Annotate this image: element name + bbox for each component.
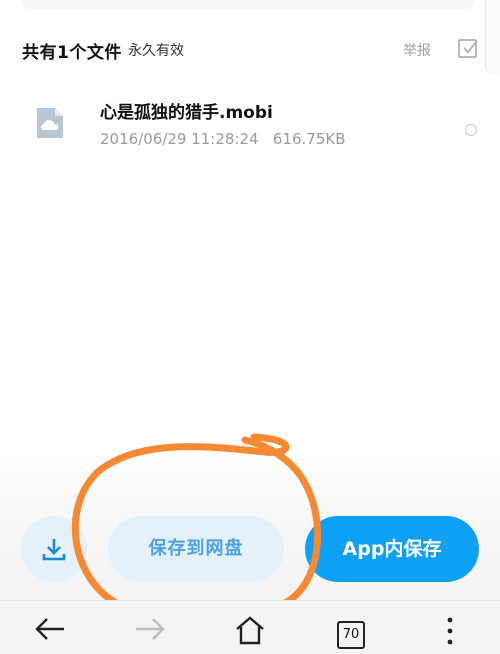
checkbox-icon xyxy=(458,39,478,58)
select-all-checkbox[interactable] xyxy=(457,37,479,59)
home-button[interactable] xyxy=(220,601,280,654)
file-select-radio[interactable] xyxy=(465,124,477,136)
validity-label: 永久有效 xyxy=(128,43,184,59)
tab-count: 70 xyxy=(337,621,365,649)
file-name[interactable]: 心是孤独的猎手.mobi xyxy=(100,98,273,123)
tabs-button[interactable]: 70 xyxy=(320,601,380,654)
download-button[interactable] xyxy=(21,516,87,582)
arrow-right-icon xyxy=(136,618,165,640)
download-icon xyxy=(42,539,66,561)
arrow-left-icon xyxy=(35,618,64,640)
save-to-disk-button[interactable]: 保存到网盘 xyxy=(108,516,284,582)
cloud-file-icon xyxy=(33,106,67,140)
forward-button[interactable] xyxy=(120,601,180,654)
app-save-button[interactable]: App内保存 xyxy=(305,516,479,582)
more-vertical-icon xyxy=(447,617,453,645)
previous-card-edge xyxy=(22,0,474,8)
file-list-item[interactable]: 心是孤独的猎手.mobi 2016/06/29 11:28:24 616.75K… xyxy=(0,92,500,162)
file-count-title: 共有1个文件 xyxy=(22,43,122,63)
file-meta: 2016/06/29 11:28:24 616.75KB xyxy=(100,130,346,148)
file-date: 2016/06/29 11:28:24 xyxy=(100,130,259,148)
menu-button[interactable] xyxy=(420,601,480,654)
file-size: 616.75KB xyxy=(272,130,346,148)
home-icon xyxy=(236,616,264,645)
file-list-header: 共有1个文件 永久有效 举报 xyxy=(0,30,500,66)
report-link[interactable]: 举报 xyxy=(403,40,431,60)
browser-nav-bar: 70 xyxy=(0,600,500,654)
back-button[interactable] xyxy=(20,601,80,654)
